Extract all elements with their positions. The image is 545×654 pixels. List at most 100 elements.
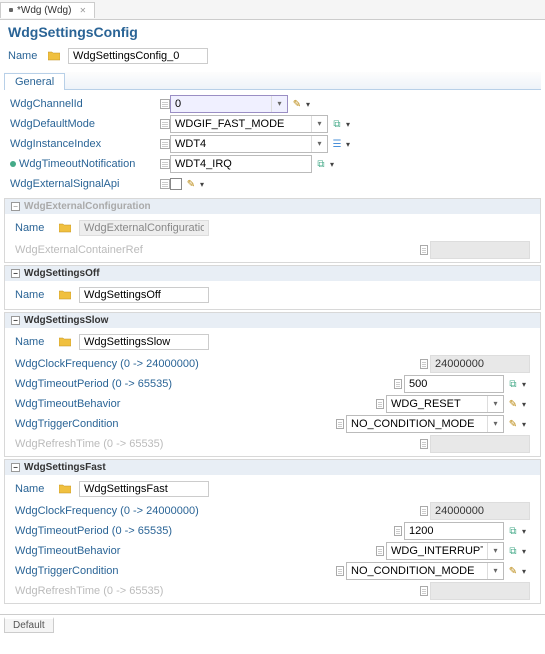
- status-dot-icon: [10, 161, 16, 167]
- fast-timeout-behavior[interactable]: [387, 543, 487, 559]
- chevron-down-icon[interactable]: ▾: [311, 116, 327, 132]
- name-label: Name: [15, 336, 51, 348]
- timeout-notif-input[interactable]: [171, 156, 311, 172]
- label-timeout-notif: WdgTimeoutNotification: [10, 158, 160, 170]
- document-icon: [160, 179, 170, 189]
- action-dropdown-icon[interactable]: ▾: [522, 420, 530, 429]
- document-icon: [160, 119, 170, 129]
- action-dropdown-icon[interactable]: ▾: [522, 547, 530, 556]
- pencil-icon[interactable]: ✎: [184, 177, 198, 191]
- label-fast-refresh-time: WdgRefreshTime (0 -> 65535): [15, 585, 420, 597]
- label-external-signal: WdgExternalSignalApi: [10, 178, 160, 190]
- name-label: Name: [15, 222, 51, 234]
- chevron-down-icon[interactable]: ▾: [487, 396, 503, 412]
- group-settings-off: − WdgSettingsOff Name: [4, 265, 541, 310]
- fast-refresh-time: [430, 582, 530, 600]
- chevron-down-icon[interactable]: ▾: [271, 96, 287, 112]
- collapse-icon[interactable]: −: [11, 463, 20, 472]
- document-icon: [394, 526, 402, 536]
- slow-timeout-behavior-select[interactable]: ▾: [386, 395, 504, 413]
- content-area: WdgChannelId ▾ ✎ ▾ WdgDefaultMode ▾ ⧉: [0, 90, 545, 610]
- slow-timeout-behavior[interactable]: [387, 396, 487, 412]
- collapse-icon[interactable]: −: [11, 202, 20, 211]
- document-icon: [160, 159, 170, 169]
- collapse-icon[interactable]: −: [11, 269, 20, 278]
- folder-icon: [59, 484, 71, 494]
- label-channel-id: WdgChannelId: [10, 98, 160, 110]
- channel-id-input[interactable]: [171, 96, 271, 112]
- link-icon[interactable]: ⧉: [506, 377, 520, 391]
- fast-trigger-condition[interactable]: [347, 563, 487, 579]
- group-header-settings-off[interactable]: − WdgSettingsOff: [5, 266, 540, 281]
- chevron-down-icon[interactable]: ▾: [487, 563, 503, 579]
- chevron-down-icon[interactable]: ▾: [487, 543, 503, 559]
- list-icon[interactable]: ☰: [330, 137, 344, 151]
- chevron-down-icon[interactable]: ▾: [487, 416, 503, 432]
- slow-trigger-condition-select[interactable]: ▾: [346, 415, 504, 433]
- close-icon[interactable]: ✕: [79, 6, 86, 15]
- timeout-notif-input-wrap[interactable]: [170, 155, 312, 173]
- label-fast-clock-freq: WdgClockFrequency (0 -> 24000000): [15, 505, 420, 517]
- label-fast-timeout-behavior: WdgTimeoutBehavior: [15, 545, 376, 557]
- action-dropdown-icon[interactable]: ▾: [200, 180, 208, 189]
- document-icon: [336, 566, 344, 576]
- slow-clock-freq: 24000000: [430, 355, 530, 373]
- action-dropdown-icon[interactable]: ▾: [330, 160, 338, 169]
- name-label: Name: [15, 289, 51, 301]
- action-dropdown-icon[interactable]: ▾: [522, 380, 530, 389]
- pencil-icon[interactable]: ✎: [506, 397, 520, 411]
- action-dropdown-icon[interactable]: ▾: [346, 140, 354, 149]
- pencil-icon[interactable]: ✎: [290, 97, 304, 111]
- document-icon: [376, 399, 384, 409]
- collapse-icon[interactable]: −: [11, 316, 20, 325]
- action-dropdown-icon[interactable]: ▾: [306, 100, 314, 109]
- channel-id-select[interactable]: ▾: [170, 95, 288, 113]
- fast-trigger-condition-select[interactable]: ▾: [346, 562, 504, 580]
- slow-trigger-condition[interactable]: [347, 416, 487, 432]
- pencil-icon[interactable]: ✎: [506, 417, 520, 431]
- default-mode-select[interactable]: ▾: [170, 115, 328, 133]
- tab-general[interactable]: General: [4, 73, 65, 90]
- label-default-mode: WdgDefaultMode: [10, 118, 160, 130]
- chevron-down-icon[interactable]: ▾: [311, 136, 327, 152]
- label-slow-clock-freq: WdgClockFrequency (0 -> 24000000): [15, 358, 420, 370]
- folder-icon: [59, 223, 71, 233]
- group-header-settings-slow[interactable]: − WdgSettingsSlow: [5, 313, 540, 328]
- slow-refresh-time: [430, 435, 530, 453]
- action-dropdown-icon[interactable]: ▾: [522, 527, 530, 536]
- link-icon[interactable]: ⧉: [506, 524, 520, 538]
- fast-timeout-behavior-select[interactable]: ▾: [386, 542, 504, 560]
- document-icon: [420, 586, 428, 596]
- fast-timeout-period[interactable]: [404, 522, 504, 540]
- link-icon[interactable]: ⧉: [314, 157, 328, 171]
- document-icon: [160, 99, 170, 109]
- external-signal-checkbox[interactable]: [170, 178, 182, 190]
- settings-off-name[interactable]: [79, 287, 209, 303]
- instance-index-input[interactable]: [171, 136, 311, 152]
- footer-tab-default[interactable]: Default: [4, 617, 54, 633]
- page-title: WdgSettingsConfig: [8, 24, 537, 40]
- label-fast-timeout-period: WdgTimeoutPeriod (0 -> 65535): [15, 525, 394, 537]
- action-dropdown-icon[interactable]: ▾: [522, 400, 530, 409]
- sub-tab-bar: General: [4, 72, 541, 90]
- fast-clock-freq: 24000000: [430, 502, 530, 520]
- action-dropdown-icon[interactable]: ▾: [346, 120, 354, 129]
- pencil-icon[interactable]: ✎: [506, 564, 520, 578]
- link-icon[interactable]: ⧉: [330, 117, 344, 131]
- settings-slow-name[interactable]: [79, 334, 209, 350]
- module-icon: [9, 8, 13, 12]
- group-header-external-config[interactable]: − WdgExternalConfiguration: [5, 199, 540, 214]
- link-icon[interactable]: ⧉: [506, 544, 520, 558]
- group-header-settings-fast[interactable]: − WdgSettingsFast: [5, 460, 540, 475]
- page-header: WdgSettingsConfig: [0, 20, 545, 44]
- instance-index-select[interactable]: ▾: [170, 135, 328, 153]
- default-mode-input[interactable]: [171, 116, 311, 132]
- settings-fast-name[interactable]: [79, 481, 209, 497]
- editor-tab[interactable]: *Wdg (Wdg) ✕: [0, 2, 95, 18]
- config-name-row: Name: [0, 44, 545, 72]
- label-fast-trigger-condition: WdgTriggerCondition: [15, 565, 336, 577]
- slow-timeout-period[interactable]: [404, 375, 504, 393]
- action-dropdown-icon[interactable]: ▾: [522, 567, 530, 576]
- config-name-input[interactable]: [68, 48, 208, 64]
- group-external-config: − WdgExternalConfiguration Name WdgExter…: [4, 198, 541, 263]
